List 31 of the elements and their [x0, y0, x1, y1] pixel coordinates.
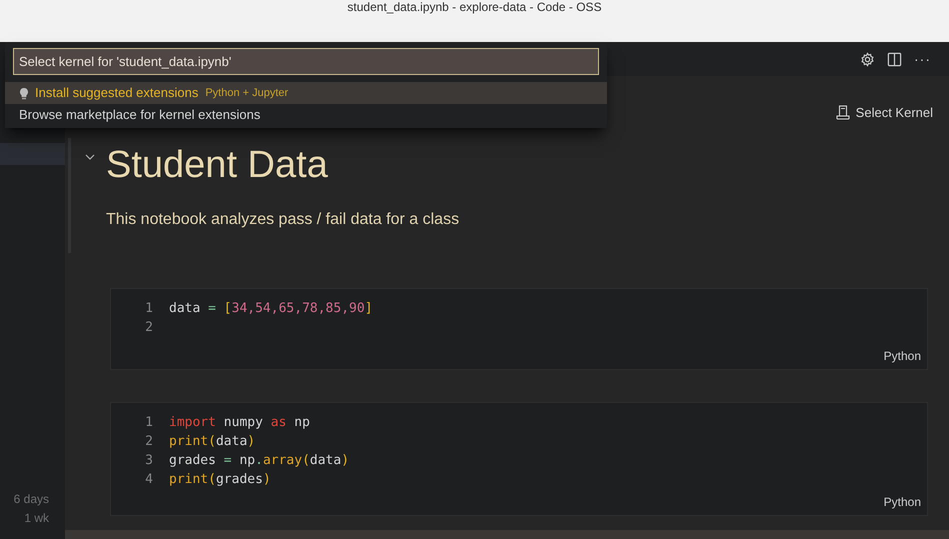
more-actions-button[interactable]: ··· [914, 52, 931, 66]
quick-pick-item[interactable]: Browse marketplace for kernel extensions [5, 104, 607, 126]
line-number: 1 [144, 300, 154, 318]
split-editor-icon[interactable] [887, 52, 902, 66]
lightbulb-icon [19, 86, 29, 100]
quick-pick-item[interactable]: Install suggested extensions Python + Jupyter [5, 82, 607, 104]
markdown-heading: Student Data [106, 142, 328, 188]
code-line: grades = np.array(data) [169, 452, 350, 470]
line-number: 3 [144, 452, 154, 470]
line-number: 1 [144, 414, 154, 432]
language-label[interactable]: Python [884, 346, 921, 364]
collapse-chevron-icon[interactable] [85, 154, 95, 160]
code-line: print(grades) [169, 470, 271, 488]
server-icon [836, 105, 850, 120]
line-number: 2 [144, 432, 154, 450]
timestamp: 1 wk [24, 511, 49, 525]
window-title: student_data.ipynb - explore-data - Code - OSS [347, 0, 602, 14]
timestamp: 6 days [14, 492, 49, 506]
code-line: print(data) [169, 432, 256, 450]
code-cell[interactable]: 1 data = [34,54,65,78,85,90] 2 Python [110, 288, 928, 370]
item-detail: Python + Jupyter [205, 86, 288, 101]
kernel-search-field[interactable]: Select kernel for 'student_data.ipynb' [13, 48, 599, 75]
code-cell[interactable]: 1 import numpy as np 2 print(data) 3 grades = np.array(data) 4 print(grades) Python [110, 402, 928, 516]
line-number: 4 [144, 470, 154, 488]
code-line: import numpy as np [169, 414, 310, 432]
code-line: data = [34,54,65,78,85,90] [169, 300, 373, 318]
settings-icon[interactable] [860, 52, 875, 66]
select-kernel-button[interactable]: Select Kernel [836, 103, 933, 122]
markdown-paragraph: This notebook analyzes pass / fail data for a class [106, 210, 460, 230]
language-label[interactable]: Python [884, 492, 921, 510]
line-number: 2 [144, 318, 154, 336]
